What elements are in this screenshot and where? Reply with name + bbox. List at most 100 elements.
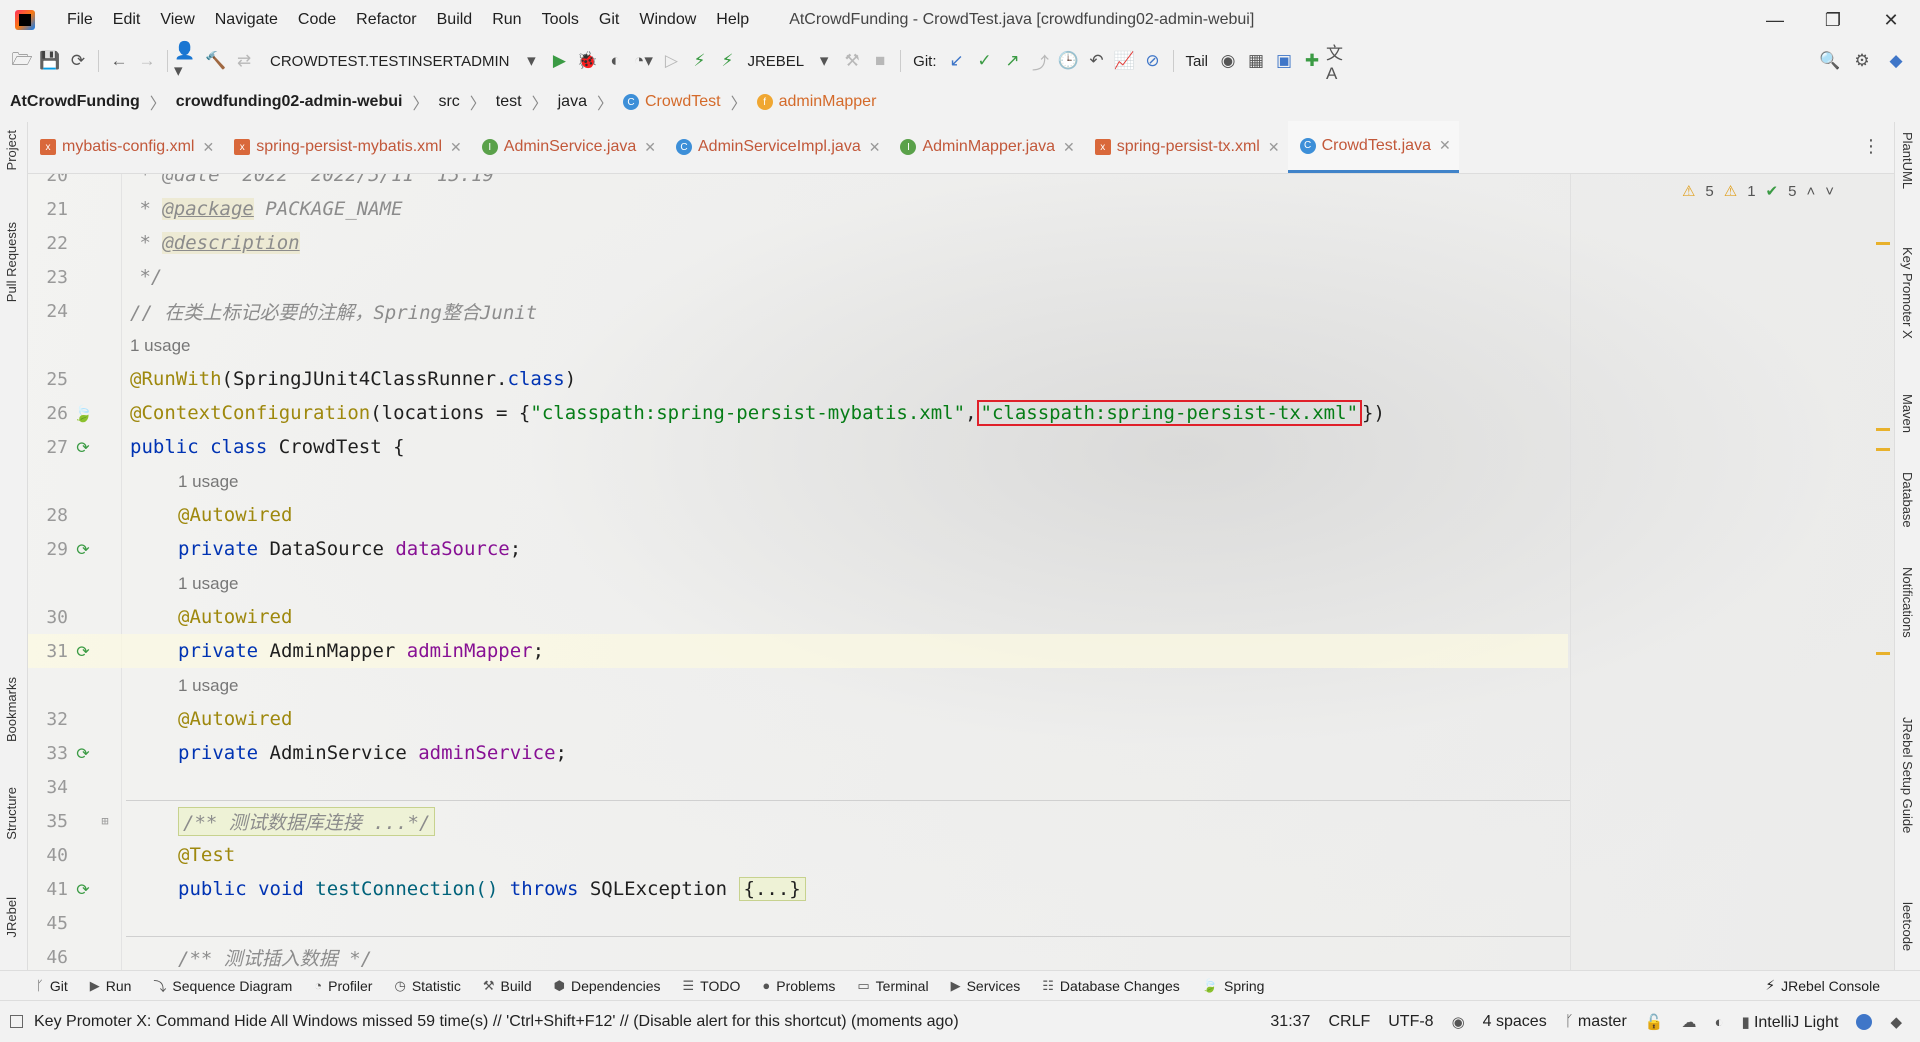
menu-file[interactable]: File [57,0,103,40]
chevron-up-icon[interactable]: ˄ [1806,183,1815,200]
code-editor[interactable]: ⚠ 5 ⚠ 1 ✔ 5 ˄ ˅ 20 * @date 2022 2022/5/11 1… [28,174,1894,970]
run-icon[interactable]: ▶ [545,47,573,75]
chevron-down-icon[interactable]: ▾ [810,47,838,75]
close-icon[interactable]: ✕ [1439,137,1451,154]
tool-window-dependencies[interactable]: ⬢ Dependencies [554,978,661,994]
tail-button[interactable]: Tail [1186,53,1209,70]
git-commit-icon[interactable]: ✓ [971,47,999,75]
tool-window-problems[interactable]: ● Problems [762,978,835,994]
lock-icon[interactable]: 🔓 [1645,1013,1664,1031]
inspection-widget[interactable]: ⚠ 5 ⚠ 1 ✔ 5 ˄ ˅ [1682,182,1834,201]
no-entry-icon[interactable]: ⊘ [1139,47,1167,75]
caret-position[interactable]: 31:37 [1270,1013,1310,1031]
eye-icon[interactable]: ◉ [1452,1013,1465,1031]
tab-admin-service-impl[interactable]: C AdminServiceImpl.java ✕ [664,121,888,173]
tool-window-terminal[interactable]: ▭ Terminal [857,978,928,994]
menu-edit[interactable]: Edit [103,0,151,40]
status-message[interactable]: Key Promoter X: Command Hide All Windows… [34,1013,959,1031]
tool-window-plantuml[interactable]: PlantUML [1900,132,1915,189]
tool-window-build[interactable]: ⚒ Build [483,978,532,994]
menu-build[interactable]: Build [427,0,483,40]
tool-window-profiler[interactable]: ◔ Profiler [314,978,372,994]
close-button[interactable]: ✕ [1862,0,1920,40]
usage-hint[interactable]: 1 usage [178,676,239,696]
qr-icon[interactable]: ▣ [1270,47,1298,75]
minimize-button[interactable]: — [1746,0,1804,40]
jrebel-run-icon[interactable]: ⚡ [685,47,713,75]
build-hammer-icon[interactable]: 🔨 [202,47,230,75]
spring-leaf-icon[interactable]: 🍃 [72,402,94,424]
tool-window-sequence-diagram[interactable]: ⤵ Sequence Diagram [153,976,292,995]
theme-widget[interactable]: ▮ IntelliJ Light [1742,1013,1839,1032]
usage-hint[interactable]: 1 usage [178,574,239,594]
tool-window-leetcode[interactable]: leetcode [1900,902,1915,951]
back-icon[interactable]: ← [105,47,133,75]
tab-crowd-test[interactable]: C CrowdTest.java ✕ [1287,121,1459,173]
save-all-icon[interactable]: 💾 [36,47,64,75]
jetbrains-toolbox-icon[interactable]: ◆ [1882,47,1910,75]
tool-window-spring[interactable]: 🍃 Spring [1202,978,1265,994]
tool-window-database[interactable]: Database [1900,472,1915,528]
file-encoding[interactable]: UTF-8 [1388,1013,1433,1031]
ai-assistant-icon[interactable]: ☁ [1681,1013,1696,1031]
menu-code[interactable]: Code [288,0,346,40]
tab-spring-persist-tx[interactable]: x spring-persist-tx.xml ✕ [1083,121,1288,173]
tool-window-pull-requests[interactable]: Pull Requests [4,222,19,302]
tool-window-git[interactable]: ᚴ Git [36,978,68,994]
line-separator[interactable]: CRLF [1328,1013,1370,1031]
usage-hint[interactable]: 1 usage [178,472,239,492]
tool-window-project[interactable]: Project [4,130,19,170]
debug-icon[interactable]: 🐞 [573,47,601,75]
fold-expand-icon[interactable]: ⊞ [94,810,116,832]
tool-window-services[interactable]: ▶ Services [951,978,1021,994]
profile-icon[interactable]: ◔▾ [629,47,657,75]
indent-setting[interactable]: 4 spaces [1483,1013,1547,1031]
git-update-icon[interactable]: ↙ [943,47,971,75]
account-icon[interactable] [1856,1014,1873,1030]
tool-window-database-changes[interactable]: ☷ Database Changes [1042,978,1180,994]
folded-block[interactable]: {...} [738,877,806,901]
menu-navigate[interactable]: Navigate [205,0,288,40]
tool-window-structure[interactable]: Structure [4,787,19,840]
coverage-icon[interactable]: ◐ [601,47,629,75]
project-structure-icon[interactable]: ▦ [1242,47,1270,75]
run-gutter-icon[interactable]: ⟳ [72,436,94,458]
close-icon[interactable]: ✕ [450,139,462,156]
tab-spring-persist-mybatis[interactable]: x spring-persist-mybatis.xml ✕ [222,121,470,173]
bean-navigation-icon[interactable]: ⟳ [72,640,94,662]
update-icon[interactable]: ◐ [1714,1014,1723,1031]
bean-navigation-icon[interactable]: ⟳ [72,538,94,560]
user-dropdown-icon[interactable]: 👤▾ [174,41,202,80]
plugin-search-icon[interactable]: ◉ [1214,47,1242,75]
breadcrumb-module[interactable]: crowdfunding02-admin-webui [176,93,403,111]
menu-refactor[interactable]: Refactor [346,0,426,40]
breadcrumb-java[interactable]: java [558,93,587,111]
chevron-down-icon[interactable]: ▾ [517,47,545,75]
jetbrains-toolbox-icon[interactable]: ◆ [1890,1013,1902,1031]
chart-icon[interactable]: 📈 [1111,47,1139,75]
search-icon[interactable]: 🔍 [1816,47,1844,75]
menu-run[interactable]: Run [482,0,531,40]
usage-hint[interactable]: 1 usage [130,336,191,356]
close-icon[interactable]: ✕ [1063,139,1075,156]
rollback-icon[interactable]: ↶ [1083,47,1111,75]
open-folder-icon[interactable]: 🗁 [8,47,36,75]
menu-tools[interactable]: Tools [532,0,589,40]
menu-window[interactable]: Window [629,0,706,40]
tab-mybatis-config[interactable]: x mybatis-config.xml ✕ [28,121,222,173]
tool-window-jrebel-setup-guide[interactable]: JRebel Setup Guide [1900,717,1915,833]
tab-admin-service[interactable]: I AdminService.java ✕ [470,121,664,173]
maximize-button[interactable]: ❐ [1804,0,1862,40]
jrebel-dropdown[interactable]: JREBEL [747,53,804,70]
menu-git[interactable]: Git [589,0,629,40]
chevron-down-icon[interactable]: ˅ [1825,183,1834,200]
translate-icon[interactable]: 文A [1326,44,1354,83]
toggle-tool-windows-icon[interactable] [10,1015,23,1028]
tool-window-run[interactable]: ▶ Run [90,978,132,994]
menu-view[interactable]: View [150,0,204,40]
run-test-icon[interactable]: ⟳ [72,878,94,900]
folded-javadoc[interactable]: /** 测试数据库连接 ...*/ [178,806,436,836]
tool-window-todo[interactable]: ☰ TODO [683,978,741,994]
jrebel-debug-icon[interactable]: ⚡ [713,47,741,75]
plugin-icon[interactable]: ✚ [1298,47,1326,75]
